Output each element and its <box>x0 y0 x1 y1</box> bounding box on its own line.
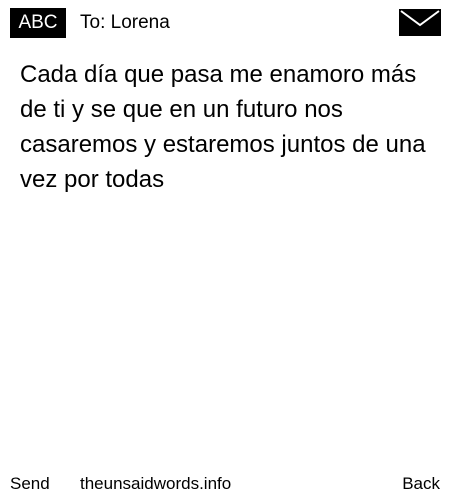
site-label: theunsaidwords.info <box>80 474 232 493</box>
softkey-bar: Send theunsaidwords.info Back <box>0 470 450 500</box>
message-body: Cada día que pasa me enamoro más de ti y… <box>20 61 426 193</box>
send-button[interactable]: Send <box>10 470 50 498</box>
recipient-line: To: Lorena <box>80 12 170 33</box>
message-header: ABC To: Lorena <box>0 0 450 44</box>
envelope-icon <box>399 9 441 36</box>
back-button[interactable]: Back <box>402 470 440 498</box>
input-mode-badge: ABC <box>10 8 66 38</box>
